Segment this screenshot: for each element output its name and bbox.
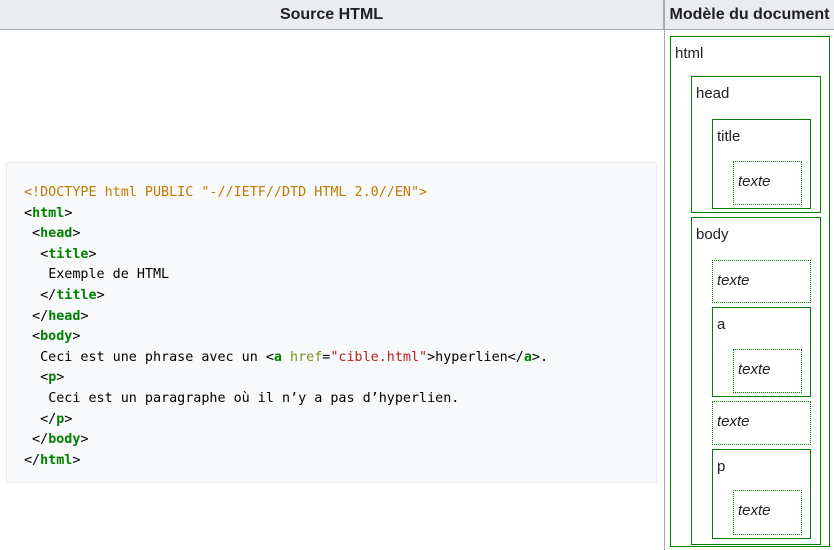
a-tag: a	[273, 349, 282, 365]
node-html-label: html	[675, 45, 704, 62]
code-line-title-text: Exemple de HTML	[24, 265, 656, 286]
node-head-label: head	[696, 85, 730, 102]
code-line-body-open: <body>	[24, 329, 81, 345]
html-tag: html	[32, 205, 65, 221]
code-line-head-open: <head>	[24, 226, 81, 242]
title-text: Exemple de HTML	[48, 267, 170, 283]
html-close-tag: html	[40, 452, 73, 468]
node-a-label: a	[717, 316, 726, 333]
node-title-text-label: texte	[738, 173, 771, 190]
code-line-doctype: <!DOCTYPE html PUBLIC "-//IETF//DTD HTML…	[24, 183, 656, 204]
node-a-text-label: texte	[738, 361, 771, 378]
node-p-label: p	[717, 458, 726, 475]
document-model-header: Modèle du document	[665, 0, 834, 30]
body-tag: body	[40, 329, 73, 345]
href-attribute: href	[290, 349, 323, 365]
node-p-text: texte	[733, 490, 802, 535]
code-line-sentence: Ceci est une phrase avec un <a href="cib…	[40, 349, 549, 365]
link-text: hyperlien	[435, 349, 508, 365]
code-line-p-text: Ceci est un paragraphe où il n’y a pas d…	[24, 389, 656, 410]
a-close-tag: a	[523, 349, 532, 365]
node-body-text-2: texte	[712, 401, 811, 445]
head-close-tag: head	[48, 308, 81, 324]
paragraph-text: Ceci est un paragraphe où il n’y a pas d…	[48, 390, 460, 406]
node-body-text-2-label: texte	[717, 413, 750, 430]
code-line-title-close: </title>	[24, 287, 105, 303]
doctype-declaration: <!DOCTYPE html PUBLIC "-//IETF//DTD HTML…	[24, 185, 428, 200]
p-close-tag: p	[56, 411, 65, 427]
node-body-text-1-label: texte	[717, 272, 750, 289]
code-line-body-close: </body>	[24, 432, 89, 448]
href-value: "cible.html"	[330, 349, 428, 365]
node-p-text-label: texte	[738, 502, 771, 519]
code-line-html-close: </html>	[24, 452, 81, 468]
code-line-title-open: <title>	[24, 246, 97, 262]
node-body-text-1: texte	[712, 260, 811, 303]
code-line-p-close: </p>	[24, 411, 73, 427]
title-tag: title	[48, 246, 89, 262]
document-model-pane: html head title texte body texte a texte…	[665, 31, 834, 550]
body-close-tag: body	[48, 432, 81, 448]
title-close-tag: title	[56, 287, 97, 303]
node-title-label: title	[717, 128, 741, 145]
p-tag: p	[48, 370, 57, 386]
code-line-html-open: <html>	[24, 205, 73, 221]
code-line-p-open: <p>	[24, 370, 65, 386]
code-line-head-close: </head>	[24, 308, 89, 324]
source-pane: <!DOCTYPE html PUBLIC "-//IETF//DTD HTML…	[0, 31, 664, 550]
source-html-header: Source HTML	[0, 0, 664, 30]
sentence-end: .	[539, 349, 549, 365]
node-title-text: texte	[733, 161, 802, 205]
sentence-start: Ceci est une phrase avec un	[40, 349, 266, 365]
node-body-label: body	[696, 226, 729, 243]
node-a-text: texte	[733, 349, 802, 393]
code-block: <!DOCTYPE html PUBLIC "-//IETF//DTD HTML…	[6, 162, 657, 483]
head-tag: head	[40, 226, 73, 242]
